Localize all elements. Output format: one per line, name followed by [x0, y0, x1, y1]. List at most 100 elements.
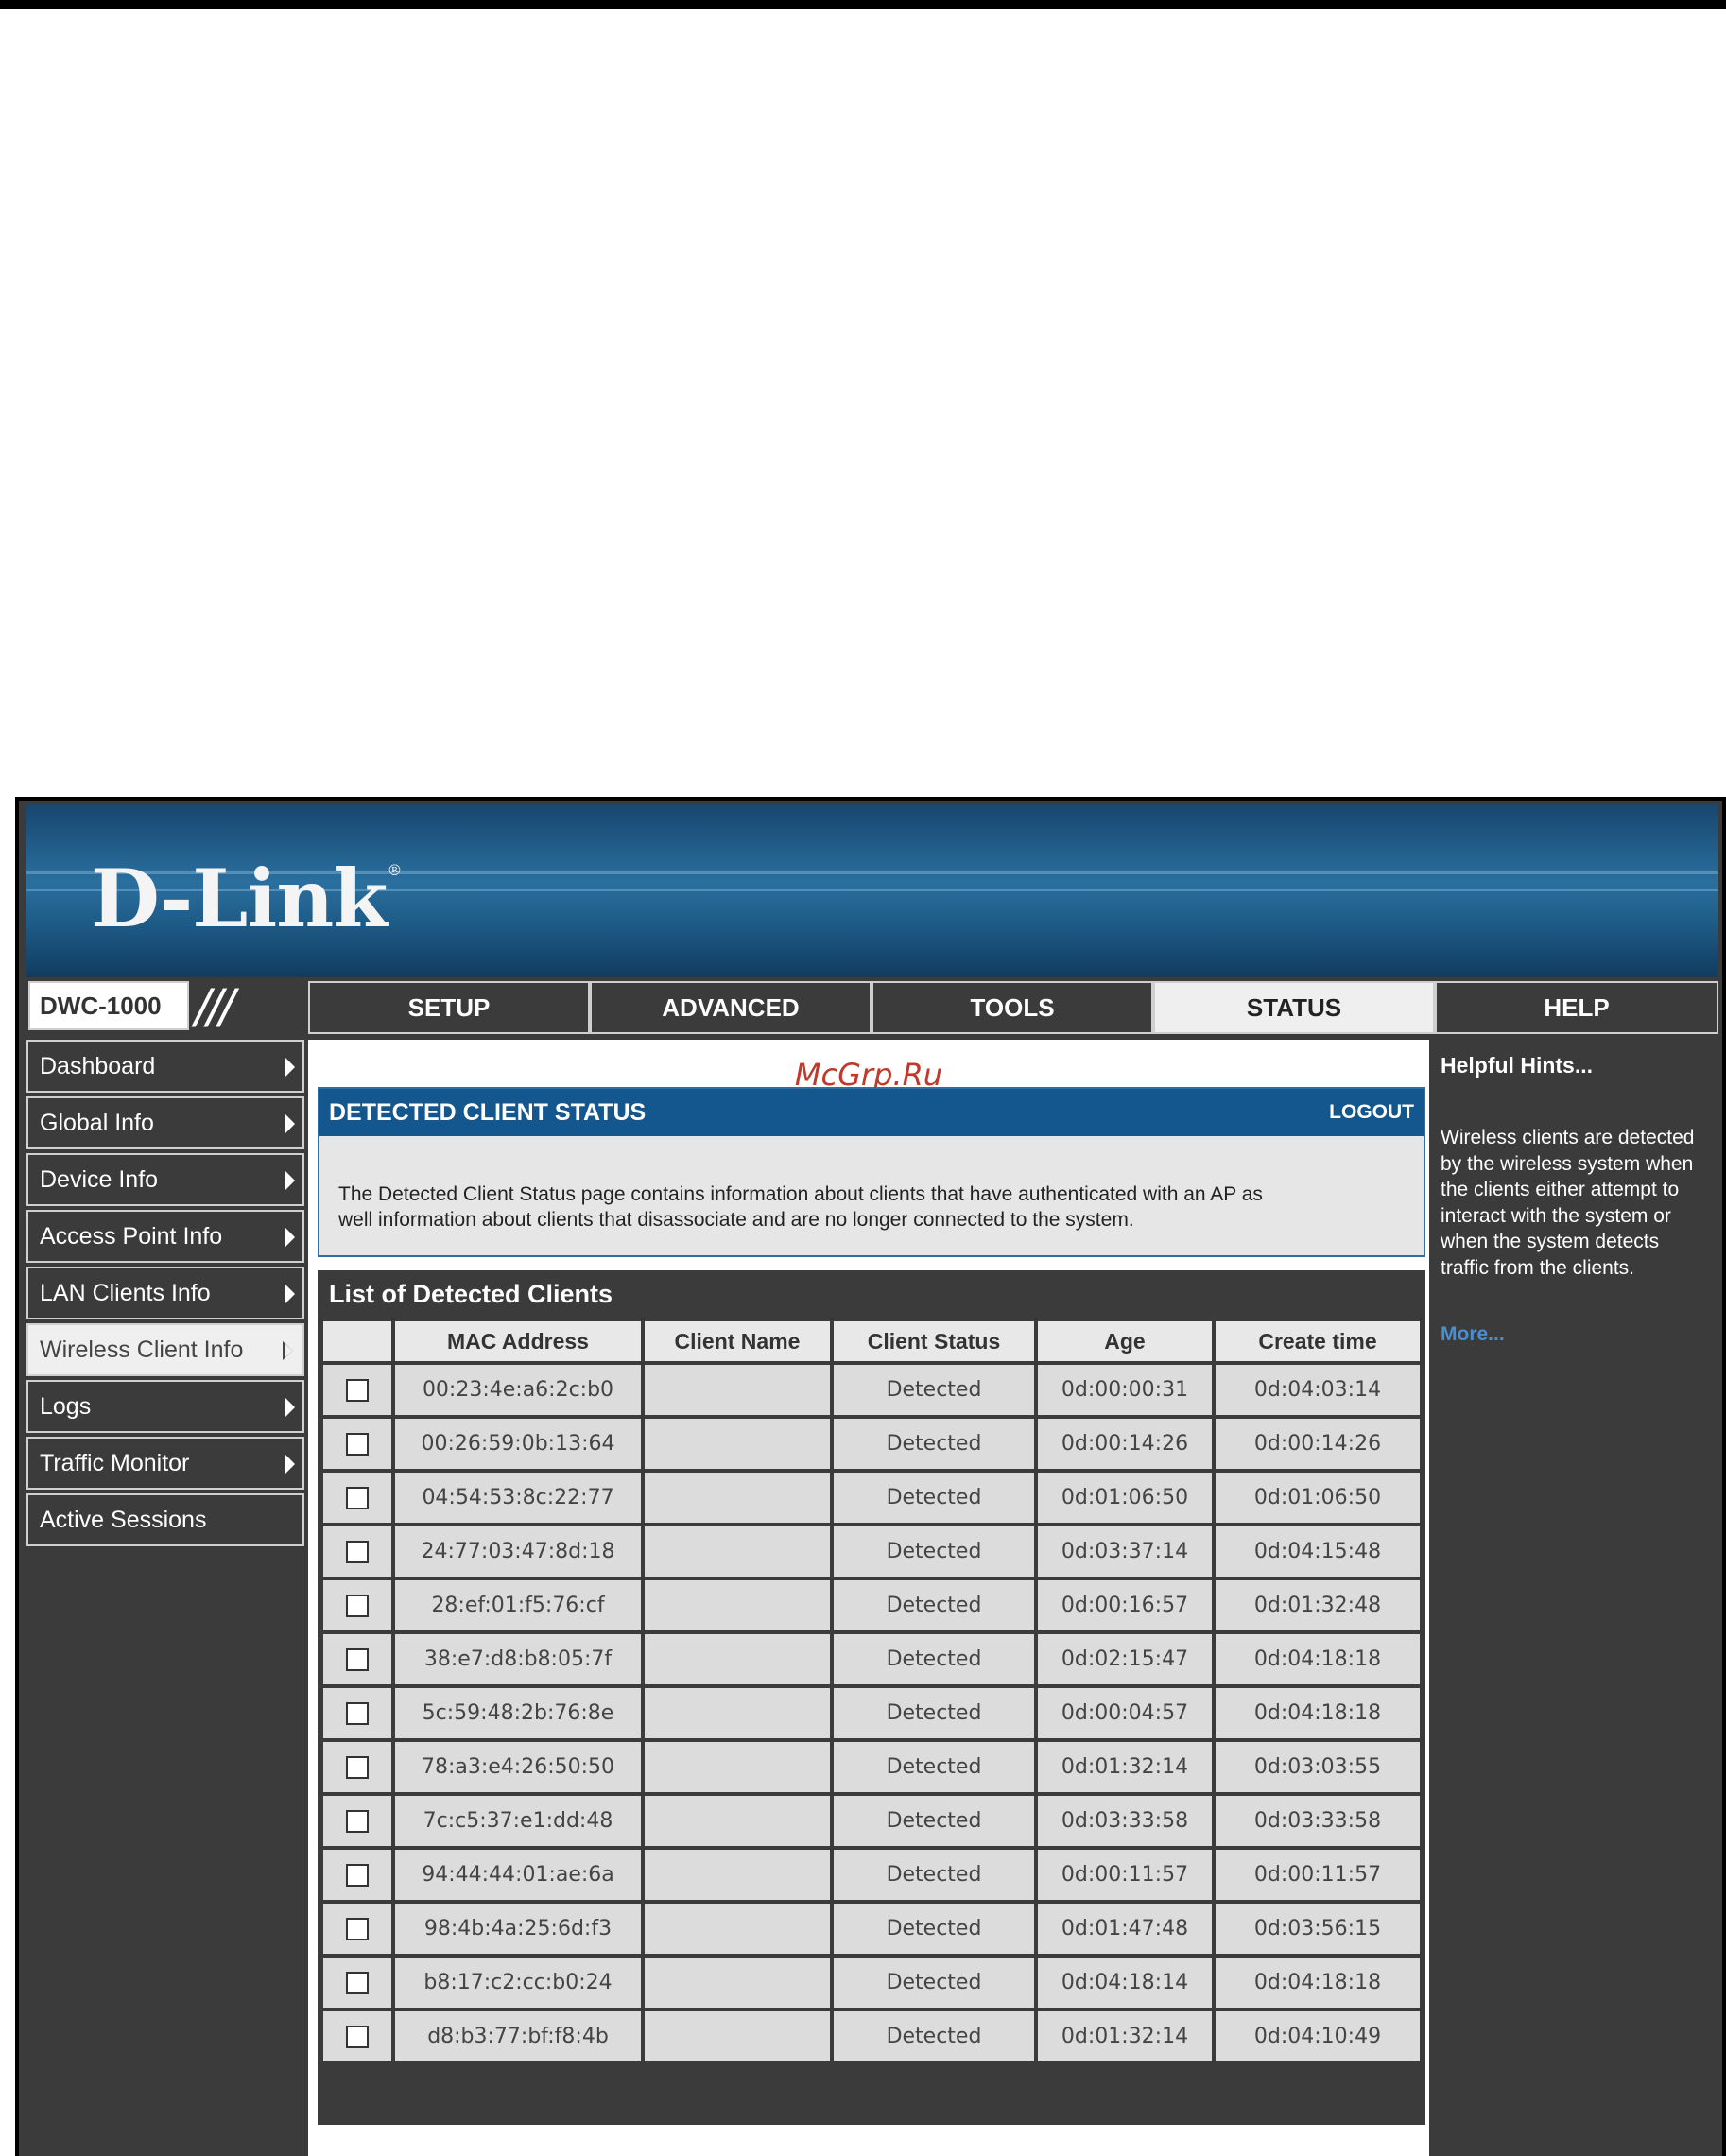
mac-address-cell: 78:a3:e4:26:50:50 [395, 1742, 641, 1792]
mac-address-cell: 28:ef:01:f5:76:cf [395, 1580, 641, 1630]
create-time-cell: 0d:04:18:18 [1216, 1688, 1420, 1738]
app-window: D-Link® DWC-1000 /// SETUP ADVANCED TOOL… [15, 797, 1726, 2156]
row-checkbox[interactable] [346, 1864, 369, 1887]
arrow-right-icon [285, 1284, 295, 1304]
row-checkbox[interactable] [346, 2026, 369, 2048]
column-header-client-name: Client Name [645, 1321, 830, 1361]
age-cell: 0d:00:00:31 [1038, 1365, 1212, 1415]
arrow-right-icon [285, 1227, 295, 1248]
sidebar-item-active-sessions[interactable]: Active Sessions [26, 1493, 304, 1546]
mac-address-cell: 5c:59:48:2b:76:8e [395, 1688, 641, 1738]
client-status-cell: Detected [834, 1688, 1034, 1738]
row-checkbox[interactable] [346, 1379, 369, 1402]
age-cell: 0d:04:18:14 [1038, 1958, 1212, 2008]
sidebar-item-traffic-monitor[interactable]: Traffic Monitor [26, 1437, 304, 1490]
row-checkbox[interactable] [346, 1648, 369, 1671]
table-row: 00:23:4e:a6:2c:b0 Detected 0d:00:00:31 0d:0… [323, 1365, 1420, 1415]
column-header-create-time: Create time [1216, 1321, 1420, 1361]
tab-tools[interactable]: TOOLS [872, 981, 1153, 1034]
detected-client-status-panel: DETECTED CLIENT STATUS LOGOUT The Detect… [318, 1087, 1425, 1257]
sidebar-menu: Dashboard Global Info Device Info Access… [26, 1040, 304, 1550]
age-cell: 0d:01:32:14 [1038, 2011, 1212, 2061]
sidebar-item-lan-clients-info[interactable]: LAN Clients Info [26, 1267, 304, 1319]
client-status-cell: Detected [834, 1796, 1034, 1846]
mac-address-cell: 38:e7:d8:b8:05:7f [395, 1634, 641, 1684]
tab-help[interactable]: HELP [1435, 981, 1718, 1034]
mac-address-cell: b8:17:c2:cc:b0:24 [395, 1958, 641, 2008]
sidebar-item-dashboard[interactable]: Dashboard [26, 1040, 304, 1093]
age-cell: 0d:01:06:50 [1038, 1473, 1212, 1523]
help-text: Wireless clients are detected by the wir… [1441, 1127, 1695, 1279]
help-title: Helpful Hints... [1441, 1053, 1593, 1078]
table-row: 24:77:03:47:8d:18 Detected 0d:03:37:14 0d:0… [323, 1526, 1420, 1577]
client-name-cell [645, 2011, 830, 2061]
client-name-cell [645, 1742, 830, 1792]
row-checkbox[interactable] [346, 1433, 369, 1456]
arrow-right-icon [285, 1170, 295, 1191]
sidebar-item-global-info[interactable]: Global Info [26, 1096, 304, 1149]
create-time-cell: 0d:04:18:18 [1216, 1634, 1420, 1684]
client-name-cell [645, 1580, 830, 1630]
create-time-cell: 0d:04:10:49 [1216, 2011, 1420, 2061]
create-time-cell: 0d:03:03:55 [1216, 1742, 1420, 1792]
row-checkbox[interactable] [346, 1487, 369, 1509]
client-status-cell: Detected [834, 1526, 1034, 1577]
detected-clients-list: List of Detected Clients MAC Address Cli… [318, 1270, 1425, 2125]
main-content: McGrp.Ru DETECTED CLIENT STATUS LOGOUT T… [308, 1040, 1429, 2156]
client-name-cell [645, 1850, 830, 1900]
table-row: 38:e7:d8:b8:05:7f Detected 0d:02:15:47 0d:0… [323, 1634, 1420, 1684]
age-cell: 0d:03:37:14 [1038, 1526, 1212, 1577]
tab-setup[interactable]: SETUP [308, 981, 590, 1034]
top-rule [0, 0, 1726, 9]
client-status-cell: Detected [834, 1473, 1034, 1523]
create-time-cell: 0d:03:56:15 [1216, 1904, 1420, 1954]
table-row: 94:44:44:01:ae:6a Detected 0d:00:11:57 0d:0… [323, 1850, 1420, 1900]
client-name-cell [645, 1958, 830, 2008]
age-cell: 0d:01:32:14 [1038, 1742, 1212, 1792]
mac-address-cell: 7c:c5:37:e1:dd:48 [395, 1796, 641, 1846]
client-name-cell [645, 1904, 830, 1954]
table-row: 28:ef:01:f5:76:cf Detected 0d:00:16:57 0d:0… [323, 1580, 1420, 1630]
age-cell: 0d:00:04:57 [1038, 1688, 1212, 1738]
table-row: 78:a3:e4:26:50:50 Detected 0d:01:32:14 0d:0… [323, 1742, 1420, 1792]
help-panel: Helpful Hints... Wireless clients are de… [1433, 1040, 1717, 2156]
logout-link[interactable]: LOGOUT [1329, 1089, 1414, 1136]
row-checkbox[interactable] [346, 1810, 369, 1833]
sidebar-item-access-point-info[interactable]: Access Point Info [26, 1210, 304, 1263]
client-status-cell: Detected [834, 1365, 1034, 1415]
tab-advanced[interactable]: ADVANCED [590, 981, 872, 1034]
client-status-cell: Detected [834, 1580, 1034, 1630]
row-checkbox[interactable] [346, 1918, 369, 1940]
client-status-cell: Detected [834, 1742, 1034, 1792]
row-checkbox[interactable] [346, 1702, 369, 1725]
create-time-cell: 0d:00:14:26 [1216, 1419, 1420, 1469]
row-checkbox[interactable] [346, 1541, 369, 1563]
sidebar-item-device-info[interactable]: Device Info [26, 1153, 304, 1206]
row-checkbox[interactable] [346, 1972, 369, 1994]
sidebar-item-wireless-client-info[interactable]: Wireless Client Info [26, 1323, 304, 1376]
table-row: 04:54:53:8c:22:77 Detected 0d:01:06:50 0d:0… [323, 1473, 1420, 1523]
age-cell: 0d:00:11:57 [1038, 1850, 1212, 1900]
client-status-cell: Detected [834, 1419, 1034, 1469]
mac-address-cell: 24:77:03:47:8d:18 [395, 1526, 641, 1577]
header-banner: D-Link® [26, 804, 1718, 977]
top-nav: DWC-1000 /// SETUP ADVANCED TOOLS STATUS… [26, 979, 1718, 1036]
create-time-cell: 0d:04:15:48 [1216, 1526, 1420, 1577]
mac-address-cell: 04:54:53:8c:22:77 [395, 1473, 641, 1523]
tab-status[interactable]: STATUS [1153, 981, 1435, 1034]
row-checkbox[interactable] [346, 1595, 369, 1617]
client-name-cell [645, 1634, 830, 1684]
client-name-cell [645, 1688, 830, 1738]
help-more-link[interactable]: More... [1441, 1323, 1505, 1346]
arrow-right-icon [285, 1397, 295, 1418]
table-row: 7c:c5:37:e1:dd:48 Detected 0d:03:33:58 0d:0… [323, 1796, 1420, 1846]
age-cell: 0d:01:47:48 [1038, 1904, 1212, 1954]
sidebar-item-logs[interactable]: Logs [26, 1380, 304, 1433]
create-time-cell: 0d:01:06:50 [1216, 1473, 1420, 1523]
table-row: 98:4b:4a:25:6d:f3 Detected 0d:01:47:48 0d:0… [323, 1904, 1420, 1954]
mac-address-cell: 00:26:59:0b:13:64 [395, 1419, 641, 1469]
create-time-cell: 0d:01:32:48 [1216, 1580, 1420, 1630]
client-name-cell [645, 1365, 830, 1415]
column-header-client-status: Client Status [834, 1321, 1034, 1361]
row-checkbox[interactable] [346, 1756, 369, 1779]
